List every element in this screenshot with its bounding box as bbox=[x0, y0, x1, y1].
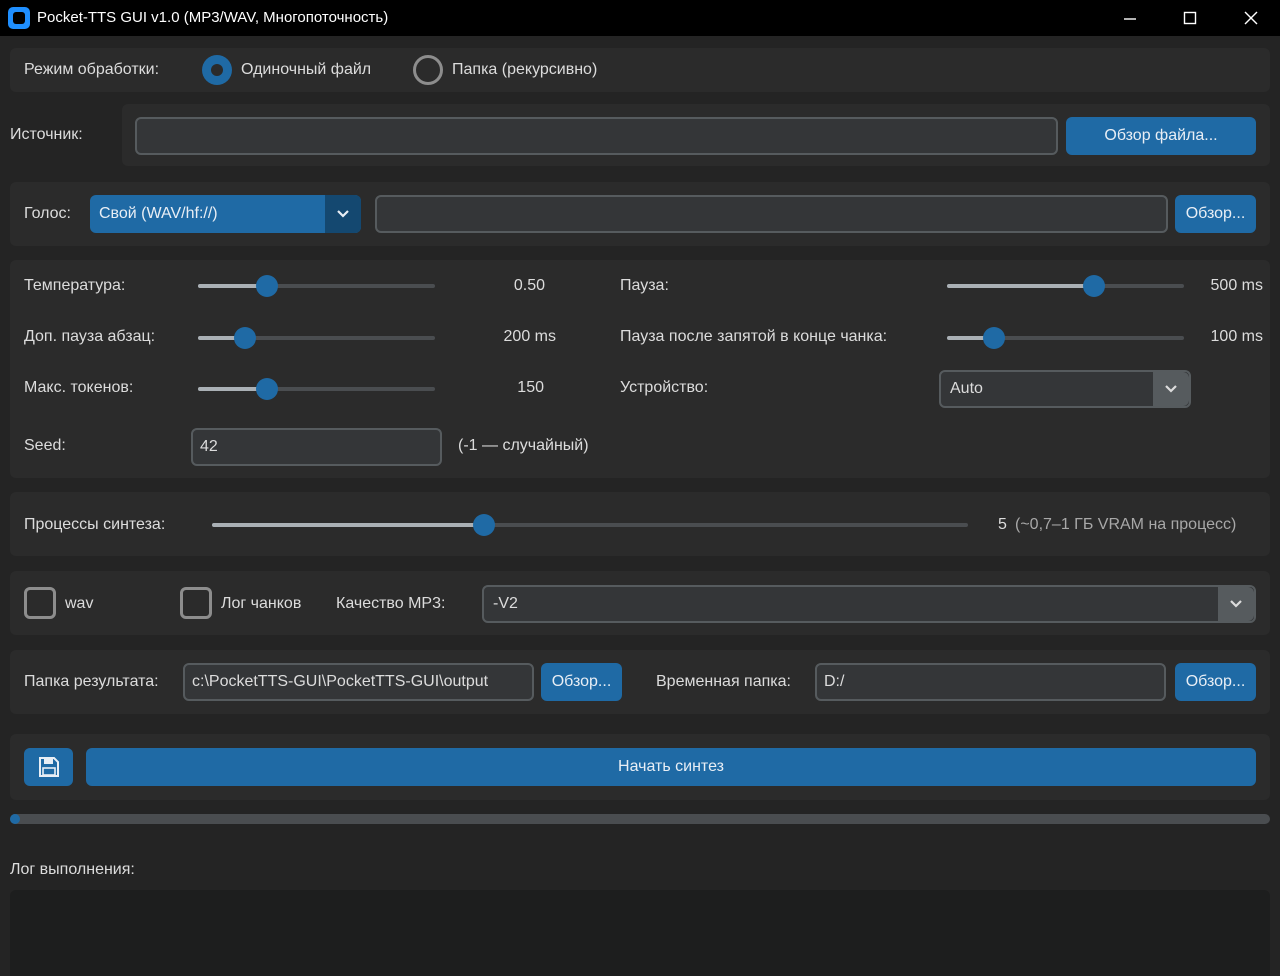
wav-checkbox[interactable] bbox=[24, 587, 56, 619]
max-tokens-slider-handle[interactable] bbox=[255, 378, 278, 400]
chevron-down-icon bbox=[325, 195, 361, 233]
start-synthesis-button[interactable]: Начать синтез bbox=[86, 748, 1256, 786]
app-icon bbox=[8, 7, 30, 29]
processes-slider[interactable] bbox=[212, 514, 968, 536]
temperature-label: Температура: bbox=[24, 277, 126, 294]
mode-label: Режим обработки: bbox=[24, 61, 160, 78]
voice-browse-button[interactable]: Обзор... bbox=[1175, 195, 1256, 233]
minimize-icon bbox=[1124, 18, 1136, 20]
mode-folder-radio[interactable] bbox=[413, 55, 443, 85]
comma-pause-label: Пауза после запятой в конце чанка: bbox=[620, 328, 888, 345]
seed-label: Seed: bbox=[24, 437, 66, 454]
voice-path-input[interactable] bbox=[375, 195, 1168, 233]
temp-folder-browse-button[interactable]: Обзор... bbox=[1175, 663, 1256, 701]
chunk-log-label[interactable]: Лог чанков bbox=[221, 595, 301, 613]
device-label: Устройство: bbox=[620, 379, 709, 396]
chunk-log-checkbox[interactable] bbox=[180, 587, 212, 619]
output-folder-label: Папка результата: bbox=[24, 673, 159, 690]
progress-bar bbox=[10, 814, 1270, 824]
browse-file-button[interactable]: Обзор файла... bbox=[1066, 117, 1256, 155]
paragraph-pause-value: 200 ms bbox=[503, 328, 556, 345]
output-folder-browse-button[interactable]: Обзор... bbox=[541, 663, 622, 701]
voice-select-value: Свой (WAV/hf://) bbox=[99, 205, 218, 222]
minimize-button[interactable] bbox=[1099, 0, 1161, 36]
device-select[interactable]: Auto bbox=[939, 370, 1191, 408]
processes-value: 5 bbox=[998, 516, 1007, 533]
title-bar: Pocket-TTS GUI v1.0 (MP3/WAV, Многопоточ… bbox=[0, 0, 1280, 36]
paragraph-pause-slider[interactable] bbox=[198, 327, 435, 349]
voice-select[interactable]: Свой (WAV/hf://) bbox=[90, 195, 361, 233]
device-select-value: Auto bbox=[950, 380, 983, 397]
progress-bar-fill bbox=[10, 814, 21, 824]
mp3-quality-select[interactable]: -V2 bbox=[482, 585, 1256, 623]
pause-label: Пауза: bbox=[620, 277, 669, 294]
comma-pause-value: 100 ms bbox=[1210, 328, 1263, 345]
max-tokens-value: 150 bbox=[517, 379, 544, 396]
comma-pause-slider[interactable] bbox=[947, 327, 1184, 349]
temp-folder-label: Временная папка: bbox=[656, 673, 791, 690]
processes-hint: (~0,7–1 ГБ VRAM на процесс) bbox=[1015, 516, 1237, 533]
seed-input[interactable]: 42 bbox=[191, 428, 442, 466]
chevron-down-icon bbox=[1218, 587, 1254, 621]
pause-slider-handle[interactable] bbox=[1082, 275, 1105, 297]
source-input[interactable] bbox=[135, 117, 1058, 155]
close-button[interactable] bbox=[1220, 0, 1280, 36]
mode-single-label[interactable]: Одиночный файл bbox=[241, 61, 371, 79]
pause-value: 500 ms bbox=[1210, 277, 1263, 294]
mode-frame bbox=[10, 48, 1270, 92]
log-label: Лог выполнения: bbox=[10, 861, 135, 878]
maximize-button[interactable] bbox=[1159, 0, 1221, 36]
seed-hint: (-1 — случайный) bbox=[458, 437, 589, 454]
wav-label[interactable]: wav bbox=[65, 595, 93, 613]
temp-folder-input[interactable]: D:/ bbox=[815, 663, 1166, 701]
window-title: Pocket-TTS GUI v1.0 (MP3/WAV, Многопоточ… bbox=[37, 9, 389, 26]
maximize-icon bbox=[1183, 11, 1197, 25]
temperature-slider-handle[interactable] bbox=[255, 275, 278, 297]
chevron-down-icon bbox=[1153, 372, 1189, 406]
processes-slider-handle[interactable] bbox=[473, 514, 496, 536]
max-tokens-slider[interactable] bbox=[198, 378, 435, 400]
mp3-quality-value: -V2 bbox=[493, 595, 518, 612]
mode-folder-label[interactable]: Папка (рекурсивно) bbox=[452, 61, 597, 79]
paragraph-pause-label: Доп. пауза абзац: bbox=[24, 328, 156, 345]
log-output[interactable] bbox=[10, 890, 1270, 976]
mode-single-radio[interactable] bbox=[202, 55, 232, 85]
pause-slider[interactable] bbox=[947, 275, 1184, 297]
save-icon bbox=[38, 757, 59, 777]
mp3-quality-label: Качество MP3: bbox=[336, 595, 446, 612]
save-button[interactable] bbox=[24, 748, 73, 786]
temperature-slider[interactable] bbox=[198, 275, 435, 297]
output-folder-input[interactable]: c:\PocketTTS-GUI\PocketTTS-GUI\output bbox=[183, 663, 534, 701]
temperature-value: 0.50 bbox=[513, 277, 545, 294]
close-icon bbox=[1244, 11, 1258, 25]
max-tokens-label: Макс. токенов: bbox=[24, 379, 134, 396]
source-label: Источник: bbox=[10, 126, 83, 143]
voice-label: Голос: bbox=[24, 205, 71, 222]
processes-label: Процессы синтеза: bbox=[24, 516, 166, 533]
